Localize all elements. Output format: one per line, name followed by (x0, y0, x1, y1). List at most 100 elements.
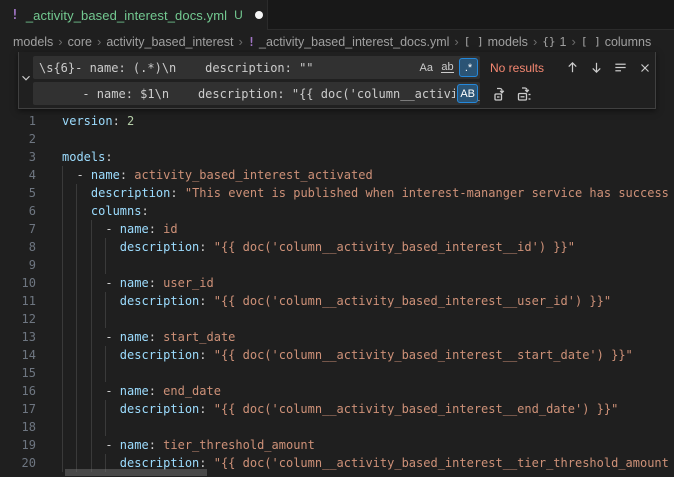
breadcrumb-separator-icon: › (532, 34, 538, 49)
code-line[interactable]: 18 (0, 418, 674, 436)
breadcrumb-item-activity_based_interest[interactable]: activity_based_interest (106, 35, 233, 49)
regex-toggle[interactable]: .* (459, 58, 478, 77)
code-line[interactable]: 17 description: "{{ doc('column__activit… (0, 400, 674, 418)
code-line[interactable]: 5 description: "This event is published … (0, 184, 674, 202)
code-line[interactable]: 19 - name: tier_threshold_amount (0, 436, 674, 454)
indent-guide (105, 364, 106, 382)
code-line[interactable]: 3 models: (0, 148, 674, 166)
symbol-object-icon: {} (542, 35, 555, 48)
code-text: - name: id (62, 220, 178, 238)
code-line[interactable]: 14 description: "{{ doc('column__activit… (0, 346, 674, 364)
breadcrumb-item-1[interactable]: {} 1 (542, 35, 566, 49)
line-number[interactable]: 2 (0, 130, 36, 148)
code-line[interactable]: 12 (0, 310, 674, 328)
code-line[interactable]: 16 - name: end_date (0, 382, 674, 400)
match-case-toggle[interactable]: Aa (417, 58, 436, 77)
indent-guide (91, 418, 92, 436)
find-in-selection-button[interactable] (610, 57, 631, 78)
tab-title: _activity_based_interest_docs.yml (26, 8, 227, 23)
breadcrumb-label: 1 (560, 35, 567, 49)
line-number[interactable]: 4 (0, 166, 36, 184)
editor-pane[interactable]: 1version: 223models:4 - name: activity_b… (0, 52, 674, 477)
line-number[interactable]: 14 (0, 346, 36, 364)
line-number[interactable]: 9 (0, 256, 36, 274)
toggle-replace-button[interactable] (19, 52, 33, 108)
code-text: - name: start_date (62, 328, 235, 346)
replace-input-value: - name: $1\n description: "{{ doc('colum… (39, 87, 480, 101)
code-line[interactable]: 9 (0, 256, 674, 274)
indent-guide (76, 418, 77, 436)
find-input-value: \s{6}- name: (.*)\n description: "" (39, 61, 314, 75)
yaml-file-icon: ! (248, 35, 255, 49)
line-number[interactable]: 8 (0, 238, 36, 256)
line-number[interactable]: 11 (0, 292, 36, 310)
replace-all-button[interactable] (514, 83, 535, 104)
breadcrumb-item-columns[interactable]: [ ]columns (581, 35, 651, 49)
previous-match-button[interactable] (562, 57, 583, 78)
unsaved-changes-dot-icon[interactable] (255, 11, 263, 19)
line-number[interactable]: 20 (0, 454, 36, 472)
code-line[interactable]: 13 - name: start_date (0, 328, 674, 346)
code-text: - name: tier_threshold_amount (62, 436, 315, 454)
code-text: columns: (62, 202, 149, 220)
replace-input[interactable]: - name: $1\n description: "{{ doc('colum… (33, 82, 480, 105)
code-line[interactable]: 10 - name: user_id (0, 274, 674, 292)
code-line[interactable]: 11 description: "{{ doc('column__activit… (0, 292, 674, 310)
code-line[interactable]: 6 columns: (0, 202, 674, 220)
indent-guide (105, 418, 106, 436)
indent-guide (62, 310, 63, 328)
breadcrumb-item-models[interactable]: models (13, 35, 53, 49)
line-number[interactable]: 6 (0, 202, 36, 220)
line-number[interactable]: 15 (0, 364, 36, 382)
next-match-button[interactable] (586, 57, 607, 78)
line-number[interactable]: 17 (0, 400, 36, 418)
breadcrumb-item-_activity_based_interest_docs.yml[interactable]: ! _activity_based_interest_docs.yml (248, 35, 450, 49)
breadcrumb-item-models[interactable]: [ ]models (464, 35, 528, 49)
line-number[interactable]: 3 (0, 148, 36, 166)
code-line[interactable]: 4 - name: activity_based_interest_activa… (0, 166, 674, 184)
breadcrumb-label: models (13, 35, 53, 49)
breadcrumb-label: columns (605, 35, 652, 49)
line-number[interactable]: 1 (0, 112, 36, 130)
breadcrumb-item-core[interactable]: core (68, 35, 92, 49)
line-number[interactable]: 16 (0, 382, 36, 400)
breadcrumb-separator-icon: › (96, 34, 102, 49)
code-text: models: (62, 148, 113, 166)
code-text: description: "{{ doc('column__activity_b… (62, 292, 611, 310)
line-number[interactable]: 19 (0, 436, 36, 454)
code-line[interactable]: 7 - name: id (0, 220, 674, 238)
close-find-widget-button[interactable] (634, 57, 655, 78)
breadcrumb: models › core › activity_based_interest ›! _ac… (0, 31, 674, 52)
code-line[interactable]: 2 (0, 130, 674, 148)
replace-icon (493, 86, 509, 102)
preserve-case-toggle[interactable]: AB (457, 84, 478, 103)
line-number[interactable]: 12 (0, 310, 36, 328)
tab-active-file[interactable]: ! _activity_based_interest_docs.yml U (0, 0, 268, 30)
line-number[interactable]: 10 (0, 274, 36, 292)
horizontal-scrollbar-thumb[interactable] (65, 469, 207, 476)
breadcrumb-separator-icon: › (237, 34, 243, 49)
breadcrumb-separator-icon: › (570, 34, 576, 49)
code-line[interactable]: 1 version: 2 (0, 112, 674, 130)
code-text: - name: activity_based_interest_activate… (62, 166, 373, 184)
indent-guide (91, 256, 92, 274)
chevron-down-icon (19, 71, 33, 90)
arrow-up-icon (565, 60, 580, 75)
replace-all-icon (517, 86, 533, 102)
breadcrumb-label: _activity_based_interest_docs.yml (259, 35, 449, 49)
indent-guide (62, 364, 63, 382)
find-input[interactable]: \s{6}- name: (.*)\n description: "" Aa a… (33, 56, 480, 79)
code-text: version: 2 (62, 112, 134, 130)
indent-guide (105, 256, 106, 274)
breadcrumb-label: core (68, 35, 92, 49)
yaml-file-icon: ! (11, 8, 19, 23)
line-number[interactable]: 7 (0, 220, 36, 238)
whole-word-toggle[interactable]: ab (438, 58, 457, 77)
line-number[interactable]: 5 (0, 184, 36, 202)
line-number[interactable]: 18 (0, 418, 36, 436)
line-number[interactable]: 13 (0, 328, 36, 346)
code-line[interactable]: 8 description: "{{ doc('column__activity… (0, 238, 674, 256)
code-text: description: "{{ doc('column__activity_b… (62, 238, 575, 256)
replace-button[interactable] (490, 83, 511, 104)
code-line[interactable]: 15 (0, 364, 674, 382)
